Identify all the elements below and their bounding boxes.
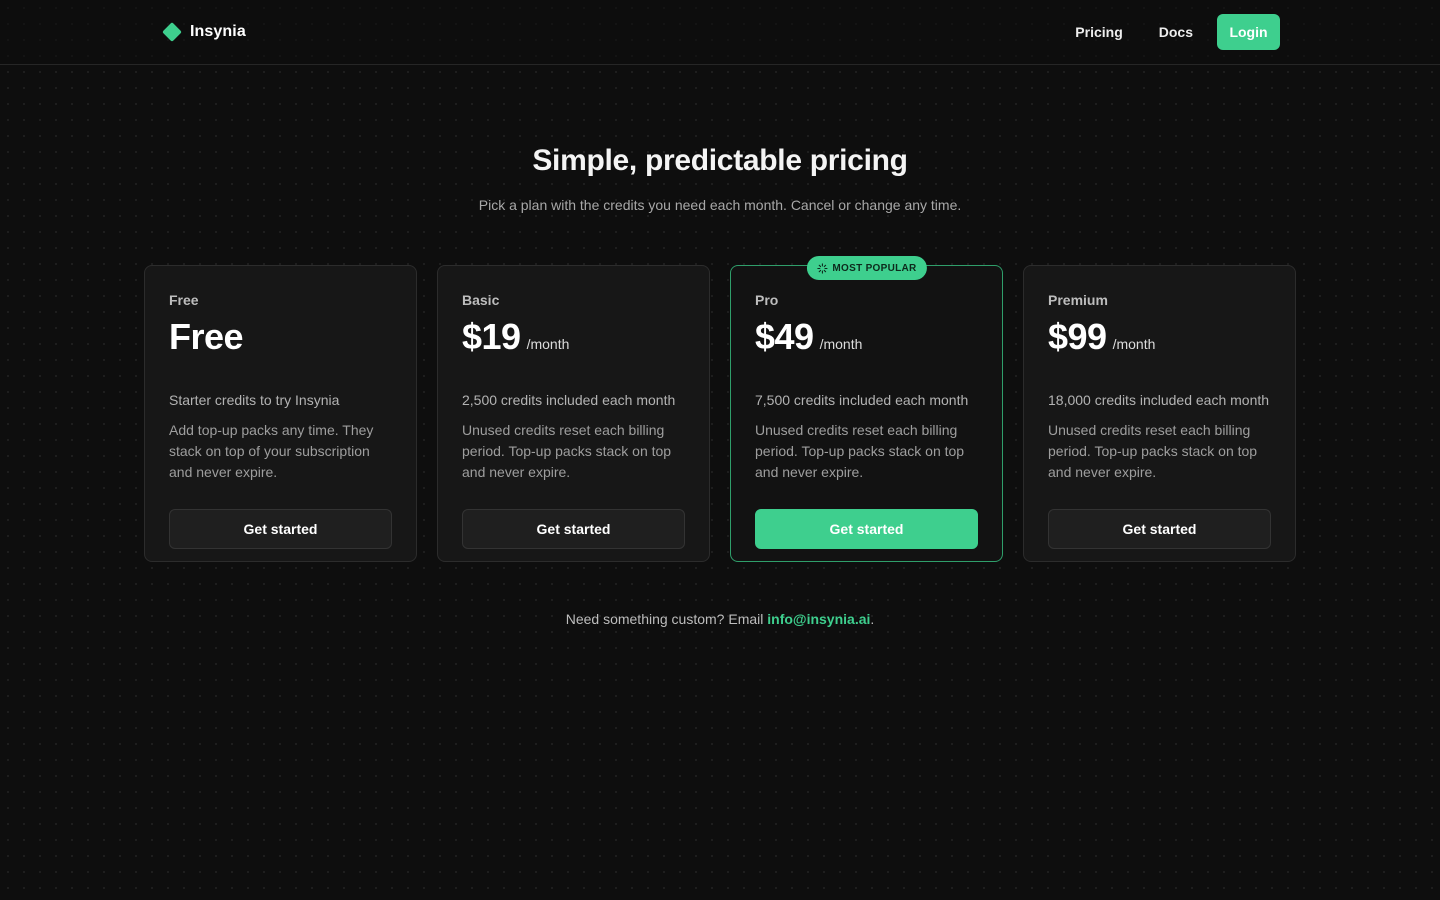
page-subtitle: Pick a plan with the credits you need ea… (478, 197, 962, 213)
custom-plan-text: Need something custom? Email (565, 611, 768, 627)
plan-description: Unused credits reset each billing period… (462, 422, 672, 480)
diamond-logo-icon (162, 22, 182, 42)
brand-logo[interactable]: Insynia (162, 20, 246, 44)
most-popular-badge: MOST POPULAR (806, 256, 927, 280)
page-title: Simple, predictable pricing (532, 144, 908, 177)
price-row: $49 /month (755, 316, 978, 360)
plan-name: Basic (462, 292, 500, 308)
price-row: $99 /month (1048, 316, 1271, 360)
nav-link-docs[interactable]: Docs (1159, 24, 1193, 40)
price-row: $19 /month (462, 316, 685, 360)
brand-name: Insynia (190, 23, 246, 40)
badge-label: MOST POPULAR (832, 262, 917, 274)
plan-card-pro: MOST POPULAR Pro $49 /month 7,500 credit… (730, 256, 1003, 562)
plan-credits: 2,500 credits included each month (462, 392, 676, 408)
plan-card-premium: Premium $99 /month 18,000 credits includ… (1023, 265, 1296, 562)
plan-name: Free (169, 292, 199, 308)
plan-description: Unused credits reset each billing period… (1048, 422, 1258, 480)
get-started-button-premium[interactable]: Get started (1048, 509, 1271, 549)
get-started-button-basic[interactable]: Get started (462, 509, 685, 549)
plan-credits: 7,500 credits included each month (755, 392, 969, 408)
plan-period: /month (1112, 336, 1156, 352)
plan-period: /month (819, 336, 863, 352)
get-started-button-free[interactable]: Get started (169, 509, 392, 549)
plan-credits: 18,000 credits included each month (1048, 392, 1270, 408)
contact-email-link[interactable]: info@insynia.ai (767, 611, 870, 627)
plan-price: $49 (755, 316, 814, 357)
nav-link-pricing[interactable]: Pricing (1075, 24, 1122, 40)
plan-description: Add top-up packs any time. They stack on… (169, 422, 374, 480)
plan-period: /month (526, 336, 570, 352)
top-navigation-bar: Insynia Pricing Docs Login (0, 0, 1440, 65)
login-button[interactable]: Login (1217, 14, 1280, 50)
custom-plan-suffix: . (870, 611, 875, 627)
plan-description: Unused credits reset each billing period… (755, 422, 965, 480)
plan-name: Premium (1048, 292, 1108, 308)
plan-card-free: Free Free Starter credits to try Insynia… (144, 265, 417, 562)
plan-price: Free (169, 316, 244, 357)
main-nav: Pricing Docs Login (1075, 14, 1280, 50)
get-started-button-pro[interactable]: Get started (755, 509, 978, 549)
pricing-plans: Free Free Starter credits to try Insynia… (144, 256, 1296, 562)
plan-price: $19 (462, 316, 521, 357)
plan-card-basic: Basic $19 /month 2,500 credits included … (437, 265, 710, 562)
sparkle-icon (816, 262, 828, 274)
price-row: Free (169, 316, 392, 360)
plan-price: $99 (1048, 316, 1107, 357)
plan-name: Pro (755, 292, 779, 308)
plan-credits: Starter credits to try Insynia (169, 392, 340, 408)
custom-plan-note: Need something custom? Email info@insyni… (0, 611, 1440, 627)
